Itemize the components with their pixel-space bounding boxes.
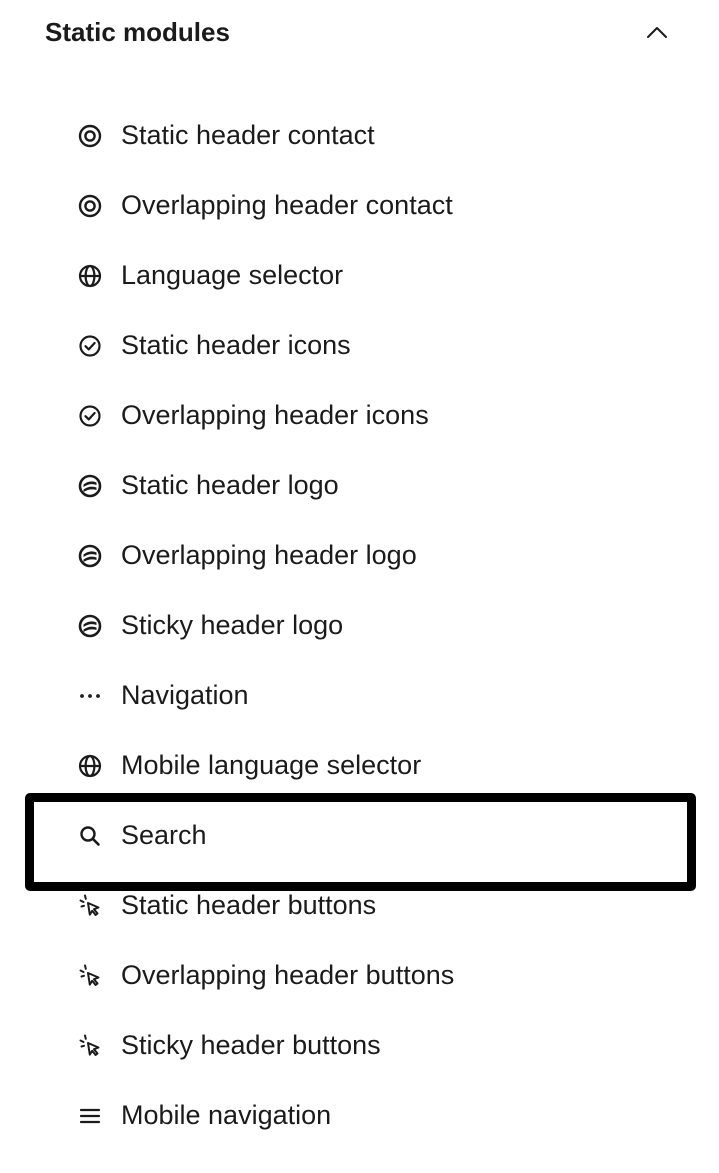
module-item-search[interactable]: Search bbox=[0, 793, 719, 891]
static-modules-header[interactable]: Static modules bbox=[0, 0, 719, 64]
module-label: Overlapping header logo bbox=[121, 540, 417, 570]
target-icon bbox=[77, 193, 103, 219]
cursor-click-icon bbox=[77, 1033, 103, 1059]
search-icon bbox=[77, 823, 103, 849]
module-label: Language selector bbox=[121, 260, 344, 290]
cursor-click-icon bbox=[77, 963, 103, 989]
globe-icon bbox=[77, 753, 103, 779]
module-label: Overlapping header icons bbox=[121, 400, 429, 430]
module-item-mobile-language-selector[interactable]: Mobile language selector bbox=[0, 730, 719, 800]
module-label: Sticky header buttons bbox=[121, 1030, 381, 1060]
logo-icon bbox=[77, 473, 103, 499]
module-label: Static header contact bbox=[121, 120, 375, 150]
target-icon bbox=[77, 123, 103, 149]
module-label: Search bbox=[121, 820, 207, 850]
more-dots-icon bbox=[77, 683, 103, 709]
module-item-static-header-contact[interactable]: Static header contact bbox=[0, 100, 719, 170]
menu-lines-icon bbox=[77, 1103, 103, 1129]
module-item-sticky-header-buttons[interactable]: Sticky header buttons bbox=[0, 1010, 719, 1080]
check-circle-icon bbox=[77, 333, 103, 359]
module-item-overlapping-header-contact[interactable]: Overlapping header contact bbox=[0, 170, 719, 240]
module-item-static-header-buttons[interactable]: Static header buttons bbox=[0, 870, 719, 940]
chevron-up-icon[interactable] bbox=[642, 18, 672, 46]
module-item-overlapping-header-icons[interactable]: Overlapping header icons bbox=[0, 380, 719, 450]
module-label: Sticky header logo bbox=[121, 610, 344, 640]
module-label: Static header logo bbox=[121, 470, 339, 500]
module-item-mobile-navigation[interactable]: Mobile navigation bbox=[0, 1080, 719, 1150]
module-label: Mobile navigation bbox=[121, 1100, 332, 1130]
module-item-sticky-header-logo[interactable]: Sticky header logo bbox=[0, 590, 719, 660]
module-label: Static header buttons bbox=[121, 890, 377, 920]
module-label: Overlapping header contact bbox=[121, 190, 453, 220]
globe-icon bbox=[77, 263, 103, 289]
module-list: Static header contact Overlapping header… bbox=[0, 100, 719, 1150]
logo-icon bbox=[77, 613, 103, 639]
module-item-language-selector[interactable]: Language selector bbox=[0, 240, 719, 310]
cursor-click-icon bbox=[77, 893, 103, 919]
module-label: Navigation bbox=[121, 680, 249, 710]
module-item-navigation[interactable]: Navigation bbox=[0, 660, 719, 730]
module-item-static-header-logo[interactable]: Static header logo bbox=[0, 450, 719, 520]
module-label: Overlapping header buttons bbox=[121, 960, 455, 990]
module-item-static-header-icons[interactable]: Static header icons bbox=[0, 310, 719, 380]
module-label: Static header icons bbox=[121, 330, 351, 360]
module-label: Mobile language selector bbox=[121, 750, 422, 780]
logo-icon bbox=[77, 543, 103, 569]
check-circle-icon bbox=[77, 403, 103, 429]
section-title: Static modules bbox=[45, 17, 230, 47]
module-item-overlapping-header-buttons[interactable]: Overlapping header buttons bbox=[0, 940, 719, 1010]
module-item-overlapping-header-logo[interactable]: Overlapping header logo bbox=[0, 520, 719, 590]
